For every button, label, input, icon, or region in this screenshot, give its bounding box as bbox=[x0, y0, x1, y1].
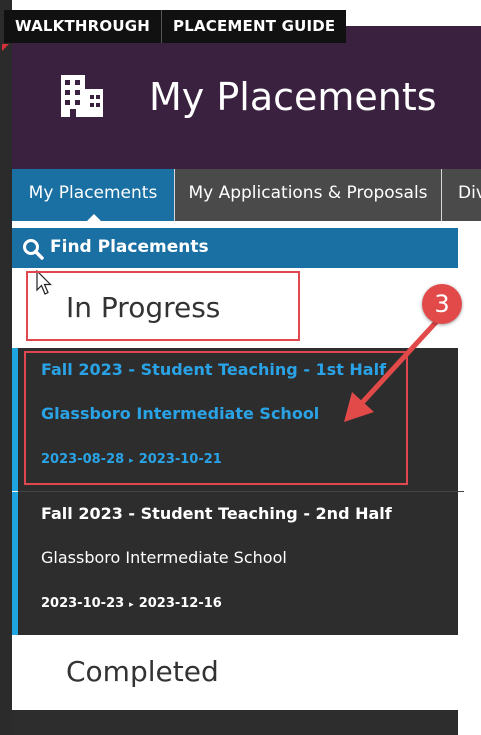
completed-list-start bbox=[12, 710, 458, 735]
walkthrough-button[interactable]: WALKTHROUGH bbox=[4, 10, 162, 43]
left-edge-strip bbox=[0, 0, 12, 735]
top-toolbar: WALKTHROUGH PLACEMENT GUIDE bbox=[4, 10, 347, 43]
page-title: My Placements bbox=[149, 75, 437, 119]
placement-guide-button[interactable]: PLACEMENT GUIDE bbox=[162, 10, 346, 43]
highlight-box-in-progress bbox=[26, 271, 300, 341]
building-icon bbox=[61, 75, 103, 117]
annotation-step-badge: 3 bbox=[422, 284, 462, 324]
corner-marker bbox=[2, 44, 9, 51]
placement-item[interactable]: Fall 2023 - Student Teaching - 2nd Half … bbox=[12, 492, 458, 635]
tab-my-applications-proposals[interactable]: My Applications & Proposals bbox=[175, 169, 441, 221]
tab-div[interactable]: Div bbox=[442, 169, 481, 221]
placement-dates: 2023-10-23 ▸ 2023-12-16 bbox=[41, 596, 222, 611]
tab-bar: My Placements My Applications & Proposal… bbox=[12, 169, 481, 222]
placement-start-date: 2023-10-23 bbox=[41, 596, 125, 611]
completed-section-header: Completed bbox=[12, 645, 458, 710]
placement-school: Glassboro Intermediate School bbox=[41, 548, 287, 567]
placement-title: Fall 2023 - Student Teaching - 2nd Half bbox=[41, 504, 392, 523]
find-placements-label: Find Placements bbox=[50, 237, 209, 257]
page-header: My Placements bbox=[12, 26, 481, 169]
completed-heading: Completed bbox=[66, 655, 219, 688]
date-separator-icon: ▸ bbox=[129, 600, 134, 610]
find-placements-button[interactable]: Find Placements bbox=[12, 228, 458, 268]
search-icon bbox=[23, 239, 44, 260]
tab-my-placements[interactable]: My Placements bbox=[12, 169, 174, 222]
placement-end-date: 2023-12-16 bbox=[138, 596, 222, 611]
